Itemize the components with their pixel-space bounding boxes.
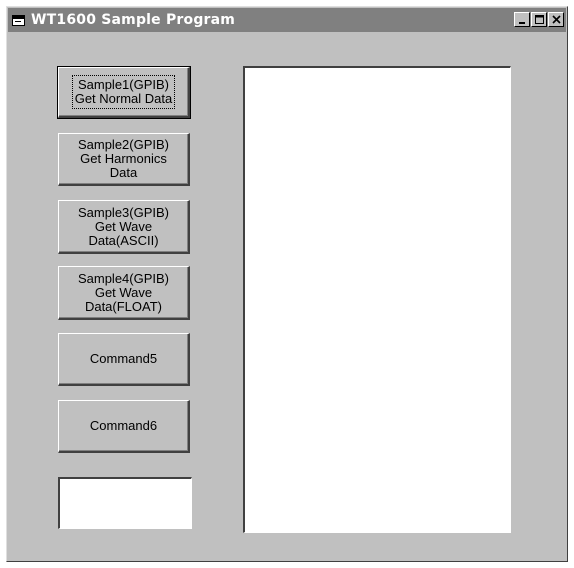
command5-button[interactable]: Command5 (58, 333, 190, 386)
window-title: WT1600 Sample Program (31, 12, 236, 28)
button-label: Command6 (89, 418, 158, 433)
output-textbox[interactable] (243, 66, 511, 533)
app-window-icon[interactable] (12, 13, 26, 27)
sample2-get-harmonics-data-button[interactable]: Sample2(GPIB) Get Harmonics Data (58, 133, 190, 186)
maximize-button[interactable] (531, 12, 547, 27)
main-window: WT1600 Sample Program Sample1(GPIB) Get … (6, 6, 568, 562)
button-label: Sample2(GPIB) Get Harmonics Data (77, 137, 170, 180)
minimize-button[interactable] (514, 12, 530, 27)
title-bar[interactable]: WT1600 Sample Program (8, 8, 566, 32)
command6-button[interactable]: Command6 (58, 400, 190, 453)
close-button[interactable] (548, 12, 564, 27)
minimize-icon (518, 11, 526, 29)
sample1-get-normal-data-button[interactable]: Sample1(GPIB) Get Normal Data (57, 66, 191, 119)
sample4-get-wave-data-float-button[interactable]: Sample4(GPIB) Get Wave Data(FLOAT) (58, 266, 190, 320)
sample3-get-wave-data-ascii-button[interactable]: Sample3(GPIB) Get Wave Data(ASCII) (58, 200, 190, 254)
button-label: Sample3(GPIB) Get Wave Data(ASCII) (77, 204, 170, 248)
button-label: Command5 (89, 351, 158, 366)
button-label: Sample1(GPIB) Get Normal Data (71, 75, 176, 109)
maximize-icon (534, 11, 544, 29)
caption-buttons (513, 12, 564, 27)
close-icon (551, 11, 561, 29)
button-label: Sample4(GPIB) Get Wave Data(FLOAT) (77, 270, 170, 314)
status-textbox[interactable] (58, 477, 192, 529)
